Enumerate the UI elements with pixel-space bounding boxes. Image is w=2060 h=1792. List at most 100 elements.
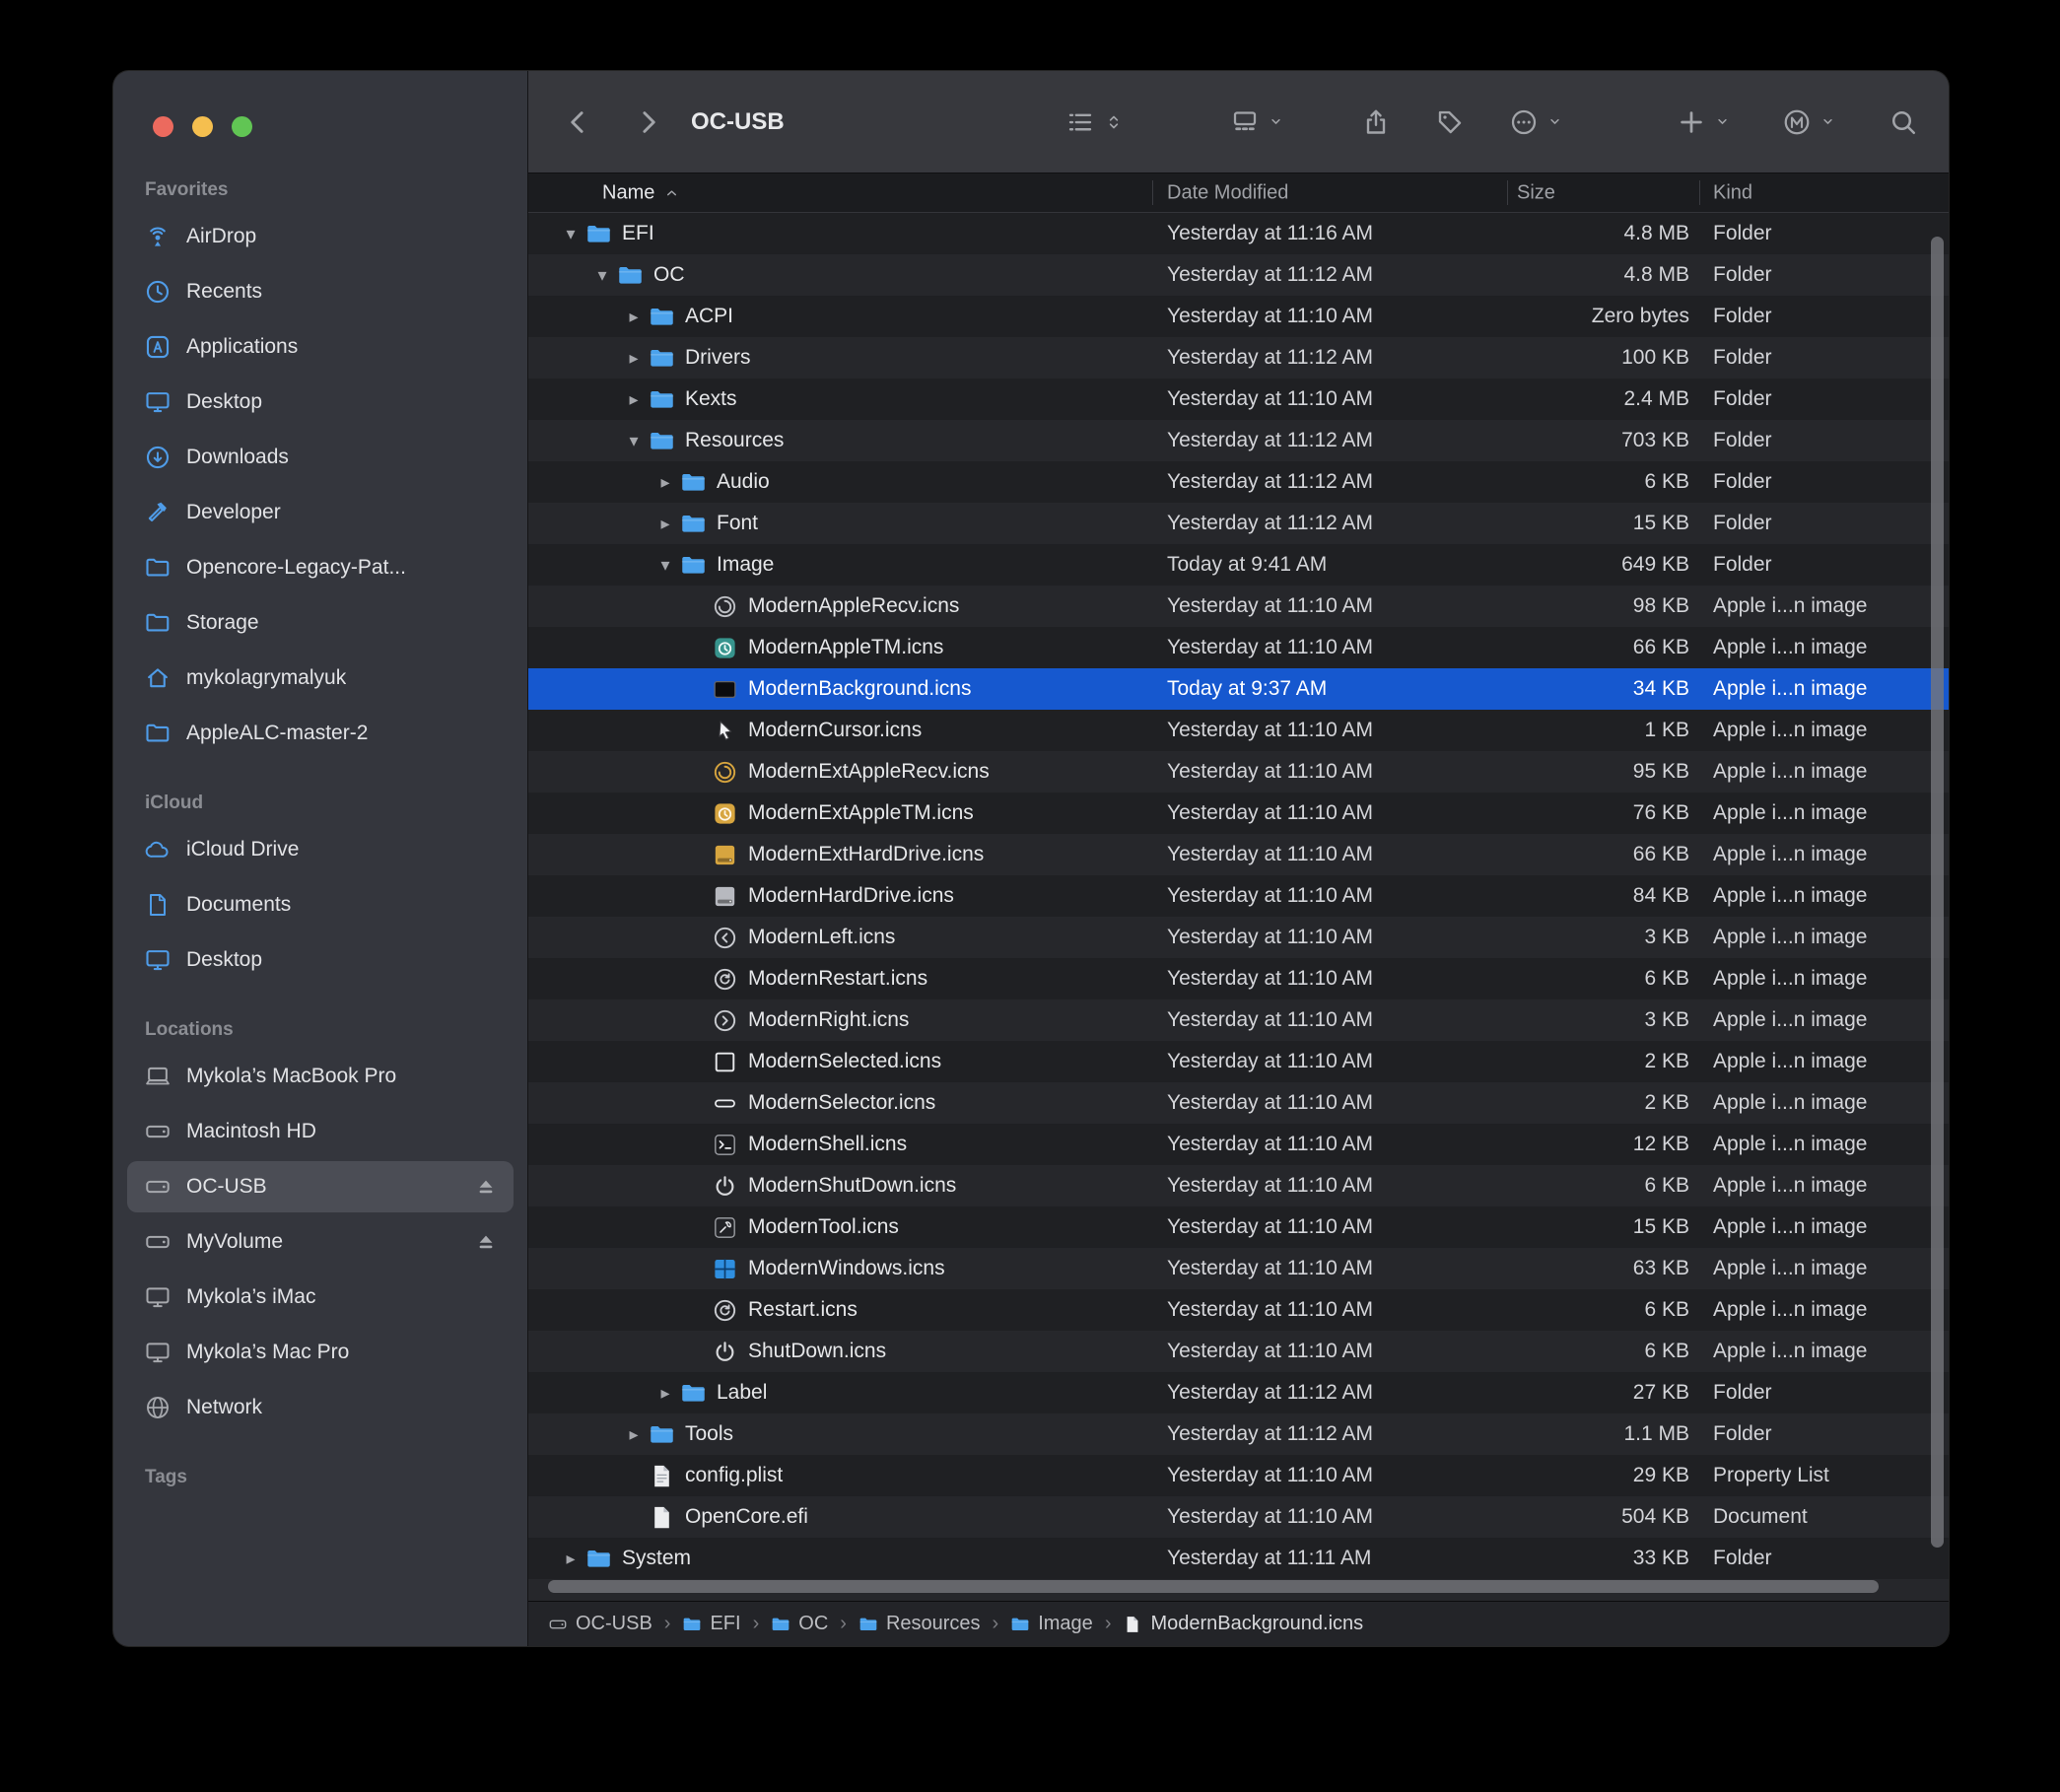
table-row[interactable]: ▸FontYesterday at 11:12 AM15 KBFolder	[528, 503, 1949, 544]
disclosure-closed-icon[interactable]: ▸	[558, 1549, 584, 1569]
table-row[interactable]: ModernCursor.icnsYesterday at 11:10 AM1 …	[528, 710, 1949, 751]
table-row[interactable]: ModernTool.icnsYesterday at 11:10 AM15 K…	[528, 1206, 1949, 1248]
table-row[interactable]: OpenCore.efiYesterday at 11:10 AM504 KBD…	[528, 1496, 1949, 1538]
table-row[interactable]: ▸KextsYesterday at 11:10 AM2.4 MBFolder	[528, 379, 1949, 420]
tags-button[interactable]	[1435, 107, 1465, 137]
share-button[interactable]	[1361, 107, 1391, 137]
sidebar-item-mykola-s-mac-pro[interactable]: Mykola’s Mac Pro	[127, 1327, 514, 1378]
search-button[interactable]	[1888, 107, 1918, 137]
disclosure-closed-icon[interactable]: ▸	[621, 389, 647, 410]
eject-icon[interactable]	[474, 1175, 498, 1199]
table-row[interactable]: ModernSelected.icnsYesterday at 11:10 AM…	[528, 1041, 1949, 1082]
size-cell: 6 KB	[1445, 1174, 1689, 1198]
more-actions-button[interactable]	[1509, 107, 1562, 137]
table-row[interactable]: config.plistYesterday at 11:10 AM29 KBPr…	[528, 1455, 1949, 1496]
disclosure-closed-icon[interactable]: ▸	[621, 348, 647, 369]
table-row[interactable]: ▸AudioYesterday at 11:12 AM6 KBFolder	[528, 461, 1949, 503]
sidebar-item-myvolume[interactable]: MyVolume	[127, 1216, 514, 1268]
table-row[interactable]: ▾OCYesterday at 11:12 AM4.8 MBFolder	[528, 254, 1949, 296]
table-row[interactable]: ModernHardDrive.icnsYesterday at 11:10 A…	[528, 875, 1949, 917]
path-separator: ›	[1105, 1613, 1112, 1635]
horizontal-scrollbar[interactable]	[548, 1580, 1879, 1593]
sidebar-item-oc-usb[interactable]: OC-USB	[127, 1161, 514, 1212]
table-row[interactable]: ModernSelector.icnsYesterday at 11:10 AM…	[528, 1082, 1949, 1124]
sidebar-item-mykolagrymalyuk[interactable]: mykolagrymalyuk	[127, 653, 514, 704]
path-item-resources[interactable]: Resources	[858, 1613, 981, 1635]
sidebar-item-desktop[interactable]: Desktop	[127, 934, 514, 986]
table-row[interactable]: ▸ToolsYesterday at 11:12 AM1.1 MBFolder	[528, 1413, 1949, 1455]
disk-icon	[141, 1228, 174, 1256]
path-item-oc[interactable]: OC	[771, 1613, 828, 1635]
size-cell: 6 KB	[1445, 967, 1689, 991]
table-row[interactable]: ModernBackground.icnsToday at 9:37 AM34 …	[528, 668, 1949, 710]
new-item-button[interactable]	[1677, 107, 1730, 137]
table-row[interactable]: ModernRight.icnsYesterday at 11:10 AM3 K…	[528, 999, 1949, 1041]
path-item-efi[interactable]: EFI	[682, 1613, 740, 1635]
sidebar-item-opencore-legacy-pat[interactable]: Opencore-Legacy-Pat...	[127, 542, 514, 593]
table-row[interactable]: ▾ImageToday at 9:41 AM649 KBFolder	[528, 544, 1949, 586]
view-options-button[interactable]	[1065, 107, 1124, 137]
disclosure-closed-icon[interactable]: ▸	[652, 514, 678, 534]
sidebar-item-network[interactable]: Network	[127, 1382, 514, 1433]
sidebar-item-macintosh-hd[interactable]: Macintosh HD	[127, 1106, 514, 1157]
disclosure-closed-icon[interactable]: ▸	[621, 307, 647, 327]
disclosure-closed-icon[interactable]: ▸	[621, 1424, 647, 1445]
sidebar-item-mykola-s-imac[interactable]: Mykola’s iMac	[127, 1272, 514, 1323]
date-modified-cell: Yesterday at 11:10 AM	[1167, 636, 1373, 659]
sidebar-item-documents[interactable]: Documents	[127, 879, 514, 930]
table-row[interactable]: ▸DriversYesterday at 11:12 AM100 KBFolde…	[528, 337, 1949, 379]
disclosure-open-icon[interactable]: ▾	[558, 224, 584, 244]
table-row[interactable]: ModernAppleTM.icnsYesterday at 11:10 AM6…	[528, 627, 1949, 668]
sidebar-item-label: Developer	[186, 501, 281, 524]
date-modified-cell: Yesterday at 11:12 AM	[1167, 263, 1373, 287]
sidebar-item-desktop[interactable]: Desktop	[127, 377, 514, 428]
sidebar-item-applications[interactable]: Applications	[127, 321, 514, 373]
sidebar-item-recents[interactable]: Recents	[127, 266, 514, 317]
group-options-button[interactable]	[1230, 107, 1283, 137]
table-row[interactable]: ModernExtAppleTM.icnsYesterday at 11:10 …	[528, 793, 1949, 834]
sidebar-item-applealc-master-2[interactable]: AppleALC-master-2	[127, 708, 514, 759]
table-row[interactable]: ▸SystemYesterday at 11:11 AM33 KBFolder	[528, 1538, 1949, 1579]
forward-button[interactable]	[633, 107, 662, 137]
table-row[interactable]: ShutDown.icnsYesterday at 11:10 AM6 KBAp…	[528, 1331, 1949, 1372]
table-row[interactable]: ▸ACPIYesterday at 11:10 AMZero bytesFold…	[528, 296, 1949, 337]
disclosure-closed-icon[interactable]: ▸	[652, 472, 678, 493]
sidebar-item-storage[interactable]: Storage	[127, 597, 514, 649]
table-row[interactable]: ModernShell.icnsYesterday at 11:10 AM12 …	[528, 1124, 1949, 1165]
sidebar-item-icloud-drive[interactable]: iCloud Drive	[127, 824, 514, 875]
disclosure-open-icon[interactable]: ▾	[652, 555, 678, 576]
path-item-image[interactable]: Image	[1010, 1613, 1093, 1635]
disclosure-open-icon[interactable]: ▾	[621, 431, 647, 451]
size-cell: 29 KB	[1445, 1464, 1689, 1487]
table-row[interactable]: ModernWindows.icnsYesterday at 11:10 AM6…	[528, 1248, 1949, 1289]
table-row[interactable]: ▾EFIYesterday at 11:16 AM4.8 MBFolder	[528, 213, 1949, 254]
column-header-size[interactable]: Size	[1517, 181, 1555, 204]
sidebar-item-label: Mykola’s MacBook Pro	[186, 1065, 396, 1088]
table-row[interactable]: ▸LabelYesterday at 11:12 AM27 KBFolder	[528, 1372, 1949, 1413]
disclosure-closed-icon[interactable]: ▸	[652, 1383, 678, 1404]
account-button[interactable]	[1782, 107, 1835, 137]
sidebar-item-label: Network	[186, 1396, 262, 1419]
sidebar-item-downloads[interactable]: Downloads	[127, 432, 514, 483]
table-row[interactable]: ModernLeft.icnsYesterday at 11:10 AM3 KB…	[528, 917, 1949, 958]
table-row[interactable]: ModernShutDown.icnsYesterday at 11:10 AM…	[528, 1165, 1949, 1206]
column-header-date-modified[interactable]: Date Modified	[1167, 181, 1288, 204]
sidebar-item-airdrop[interactable]: AirDrop	[127, 211, 514, 262]
table-row[interactable]: ModernExtAppleRecv.icnsYesterday at 11:1…	[528, 751, 1949, 793]
size-cell: 84 KB	[1445, 884, 1689, 908]
table-row[interactable]: Restart.icnsYesterday at 11:10 AM6 KBApp…	[528, 1289, 1949, 1331]
vertical-scrollbar[interactable]	[1931, 237, 1944, 1548]
column-header-kind[interactable]: Kind	[1713, 181, 1752, 204]
sidebar-item-developer[interactable]: Developer	[127, 487, 514, 538]
sidebar-item-mykola-s-macbook-pro[interactable]: Mykola’s MacBook Pro	[127, 1051, 514, 1102]
column-header-name[interactable]: Name	[602, 181, 679, 204]
table-row[interactable]: ▾ResourcesYesterday at 11:12 AM703 KBFol…	[528, 420, 1949, 461]
eject-icon[interactable]	[474, 1230, 498, 1254]
path-item-oc-usb[interactable]: OC-USB	[548, 1613, 652, 1635]
table-row[interactable]: ModernRestart.icnsYesterday at 11:10 AM6…	[528, 958, 1949, 999]
disclosure-open-icon[interactable]: ▾	[589, 265, 615, 286]
back-button[interactable]	[564, 107, 593, 137]
table-row[interactable]: ModernAppleRecv.icnsYesterday at 11:10 A…	[528, 586, 1949, 627]
path-item-modernbackground-icns[interactable]: ModernBackground.icns	[1123, 1613, 1363, 1635]
table-row[interactable]: ModernExtHardDrive.icnsYesterday at 11:1…	[528, 834, 1949, 875]
